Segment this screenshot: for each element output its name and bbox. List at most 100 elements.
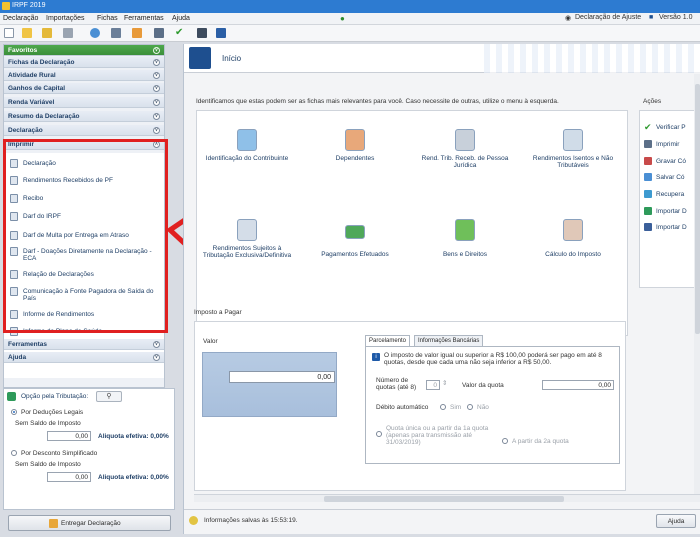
card-bens-direitos[interactable]: Bens e Direitos <box>415 251 515 258</box>
chevron-down-icon: ∨ <box>153 127 160 134</box>
status-text: Informações salvas às 15:53:19. <box>204 517 298 524</box>
radio-debito-nao[interactable] <box>467 404 473 410</box>
radio-deducoes-legais[interactable] <box>11 409 17 415</box>
menu-ferramentas[interactable]: Ferramentas <box>124 15 164 22</box>
section-label: Favoritos <box>8 47 38 54</box>
info-text: O imposto de valor igual ou superior a R… <box>384 352 602 366</box>
check-icon: ✔ <box>644 122 652 132</box>
card-identificacao[interactable]: Identificação do Contribuinte <box>197 155 297 162</box>
print-icon[interactable] <box>154 28 164 38</box>
option-deducoes-label: Por Deduções Legais <box>21 409 84 416</box>
sidebar-section-ganhos-capital[interactable]: Ganhos de Capital ∨ <box>4 83 164 94</box>
sidebar-section-atividade-rural[interactable]: Atividade Rural ∨ <box>4 70 164 81</box>
title-bar: IRPF 2019 <box>0 0 700 13</box>
horizontal-scrollbar[interactable] <box>194 494 700 502</box>
radio-a-partir-2a-quota[interactable] <box>502 438 508 444</box>
scrollbar-thumb[interactable] <box>695 84 700 334</box>
chevron-down-icon: ∨ <box>153 72 160 79</box>
contribuinte-icon[interactable] <box>237 129 257 151</box>
info-icon: i <box>372 353 380 361</box>
section-label: Declaração <box>8 127 43 134</box>
versao-label[interactable]: Versão 1.0 <box>659 14 692 21</box>
card-dependentes[interactable]: Dependentes <box>305 155 405 162</box>
record-icon <box>644 157 652 165</box>
entregar-declaracao-button[interactable]: Entregar Declaração <box>8 515 171 531</box>
sidebar-section-ajuda[interactable]: Ajuda ∨ <box>4 352 164 363</box>
card-rend-isentos[interactable]: Rendimentos Isentos e Não Tributáveis <box>523 155 623 169</box>
versao-icon: ■ <box>649 14 654 21</box>
sidebar-section-declaracao[interactable]: Declaração ∨ <box>4 125 164 136</box>
rend-pj-icon[interactable] <box>455 129 475 151</box>
section-label: Renda Variável <box>8 99 55 106</box>
tab-informacoes-bancarias[interactable]: Informações Bancárias <box>414 335 484 346</box>
declaracao-ajuste-label[interactable]: Declaração de Ajuste <box>575 14 641 21</box>
save-icon[interactable] <box>111 28 121 38</box>
menu-fichas[interactable]: Fichas <box>97 15 118 22</box>
rend-isentos-icon[interactable] <box>563 129 583 151</box>
ajuda-button[interactable]: Ajuda <box>656 514 696 528</box>
receita-logo-icon <box>189 47 211 69</box>
search-button[interactable]: ⚲ <box>96 391 122 402</box>
radio-desconto-simplificado[interactable] <box>11 450 17 456</box>
open-folder-icon[interactable] <box>22 28 32 38</box>
package-icon[interactable] <box>132 28 142 38</box>
option-deducoes-sub: Sem Saldo de Imposto <box>15 420 81 427</box>
card-pagamentos[interactable]: Pagamentos Efetuados <box>305 251 405 258</box>
dependentes-icon[interactable] <box>345 129 365 151</box>
num-quotas-spinner[interactable]: ⇕ <box>442 380 447 387</box>
section-label: Fichas da Declaração <box>8 59 75 66</box>
pagamentos-icon[interactable] <box>345 225 365 239</box>
chevron-down-icon: ∨ <box>153 341 160 348</box>
import-icon <box>644 223 652 231</box>
scrollbar-thumb[interactable] <box>324 496 564 502</box>
valor-quota-field: 0,00 <box>542 380 614 390</box>
fichas-grid: Identificação do Contribuinte Dependente… <box>196 110 628 336</box>
receita-icon[interactable] <box>216 28 226 38</box>
chevron-down-icon: ∨ <box>153 354 160 361</box>
valor-label: Valor <box>203 338 218 345</box>
valor-field: 0,00 <box>229 371 335 383</box>
section-label: Resumo da Declaração <box>8 113 80 120</box>
valor-quota-label: Valor da quota <box>462 382 504 389</box>
toolbar: ✔ <box>0 25 700 42</box>
import-icon <box>644 207 652 215</box>
chevron-down-icon: ∨ <box>153 59 160 66</box>
check-icon[interactable]: ✔ <box>175 28 185 38</box>
chevron-down-icon: ∨ <box>153 99 160 106</box>
sidebar-section-renda-variavel[interactable]: Renda Variável ∨ <box>4 97 164 108</box>
sidebar-section-resumo[interactable]: Resumo da Declaração ∨ <box>4 111 164 122</box>
radio-debito-sim[interactable] <box>440 404 446 410</box>
vertical-scrollbar[interactable] <box>694 74 700 494</box>
quota-unica-label: Quota única ou a partir da 1a quota (ape… <box>386 425 489 446</box>
calculo-imposto-icon[interactable] <box>563 219 583 241</box>
num-quotas-field[interactable]: 0 <box>426 380 440 390</box>
section-label: Ajuda <box>8 354 27 361</box>
deducoes-value: 0,00 <box>47 431 91 441</box>
sidebar-section-ferramentas[interactable]: Ferramentas ∨ <box>4 339 164 350</box>
declaracao-ajuste-icon: ◉ <box>565 15 572 22</box>
trash-icon[interactable] <box>63 28 73 38</box>
new-icon[interactable] <box>4 28 14 38</box>
globe-icon[interactable] <box>90 28 100 38</box>
card-rend-exclusiva[interactable]: Rendimentos Sujeitos à Tributação Exclus… <box>197 245 297 259</box>
bens-direitos-icon[interactable] <box>455 219 475 241</box>
rend-exclusiva-icon[interactable] <box>237 219 257 241</box>
sidebar-section-favoritos[interactable]: Favoritos ∨ <box>4 45 164 56</box>
status-bar: Informações salvas às 15:53:19. Ajuda <box>184 509 700 534</box>
sidebar-section-fichas[interactable]: Fichas da Declaração ∨ <box>4 57 164 68</box>
folder-icon[interactable] <box>42 28 52 38</box>
menu-bar: Declaração Importações Fichas Ferramenta… <box>0 13 700 25</box>
menu-importacoes[interactable]: Importações <box>46 15 85 22</box>
menu-ajuda[interactable]: Ajuda <box>172 15 190 22</box>
tab-parcelamento[interactable]: Parcelamento <box>365 335 411 346</box>
info-icon <box>189 516 198 525</box>
imposto-pagar-title: Imposto a Pagar <box>194 309 242 316</box>
menu-declaracao[interactable]: Declaração <box>3 15 38 22</box>
section-label: Ganhos de Capital <box>8 85 66 92</box>
tributacao-panel: Opção pela Tributação: ⚲ Por Deduções Le… <box>3 388 175 510</box>
card-rend-pj[interactable]: Rend. Trib. Receb. de Pessoa Jurídica <box>415 155 515 169</box>
radio-quota-unica[interactable] <box>376 431 382 437</box>
chevron-down-icon: ∨ <box>153 85 160 92</box>
calculator-icon[interactable] <box>197 28 207 38</box>
card-calculo[interactable]: Cálculo do Imposto <box>523 251 623 258</box>
